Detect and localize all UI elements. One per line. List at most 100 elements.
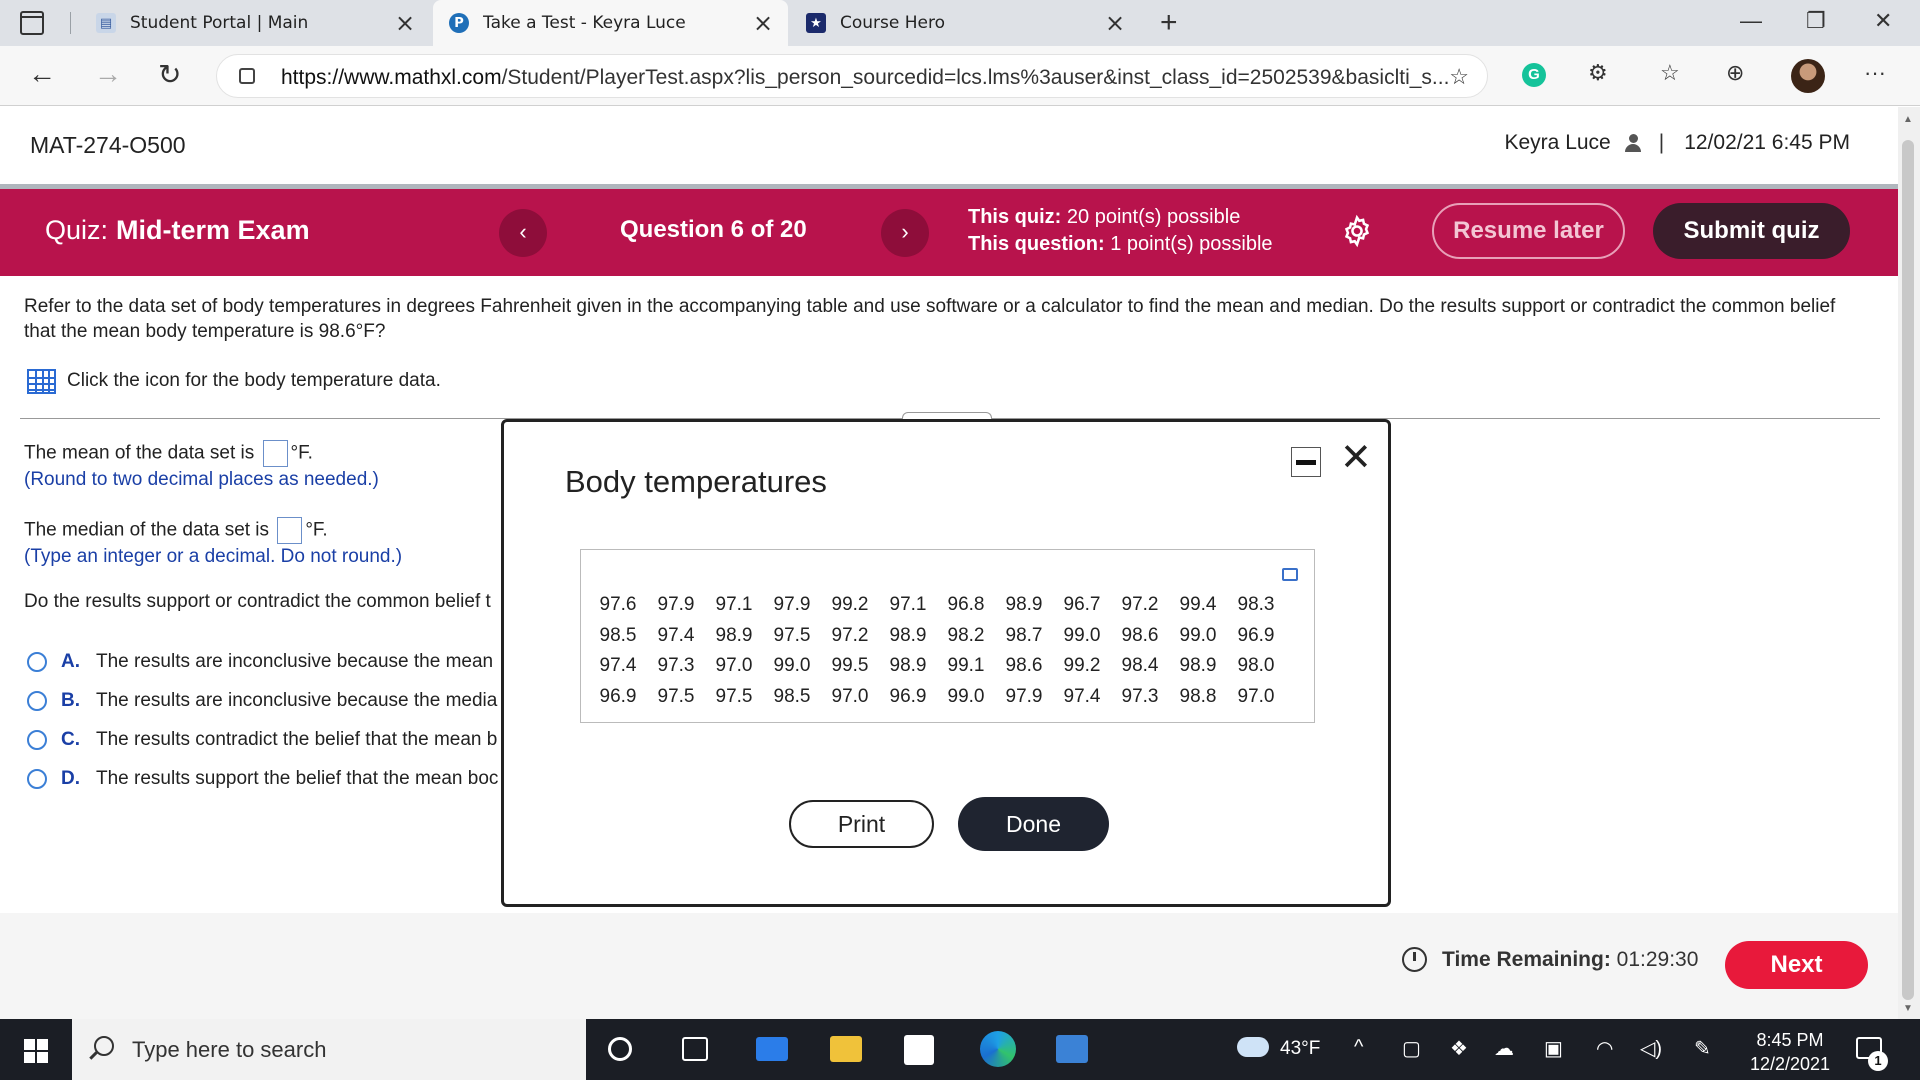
restore-icon[interactable]: ❐	[1806, 8, 1826, 34]
temperature-data-table: 97.6 97.9 97.1 97.9 99.2 97.1 96.8 98.9 96.7 97.2…	[580, 549, 1315, 723]
data-table-icon[interactable]	[27, 369, 56, 394]
new-tab-icon[interactable]: +	[1160, 6, 1178, 40]
file-explorer-icon[interactable]	[830, 1036, 862, 1062]
table-cell: 98.9	[889, 655, 927, 677]
mail-icon[interactable]	[756, 1037, 788, 1061]
next-button[interactable]: Next	[1725, 941, 1868, 989]
photos-icon[interactable]	[1056, 1035, 1088, 1063]
grammarly-icon[interactable]: G	[1522, 63, 1546, 87]
profile-avatar[interactable]	[1791, 59, 1825, 93]
onedrive-icon[interactable]: ☁	[1494, 1036, 1514, 1061]
table-cell: 97.4	[1063, 685, 1101, 707]
copy-data-icon[interactable]	[1282, 568, 1298, 581]
radio-b[interactable]	[27, 691, 47, 711]
table-cell: 97.0	[831, 685, 869, 707]
display-icon[interactable]: ▣	[1544, 1036, 1563, 1061]
tab-student-portal[interactable]: ▤ Student Portal | Main ×	[80, 0, 430, 46]
extensions-icon[interactable]: ⚙	[1588, 60, 1608, 86]
resume-later-button[interactable]: Resume later	[1432, 203, 1625, 259]
close-dialog-icon[interactable]: ✕	[1340, 438, 1372, 478]
show-hidden-icons-icon[interactable]: ^	[1354, 1036, 1363, 1059]
data-link-text: Click the icon for the body temperature …	[67, 370, 441, 391]
weather-cloud-icon	[1237, 1037, 1269, 1057]
windows-start-icon[interactable]	[24, 1039, 48, 1063]
close-tab-icon[interactable]: ×	[1104, 9, 1126, 37]
print-button[interactable]: Print	[789, 800, 934, 848]
tab-course-hero[interactable]: ★ Course Hero ×	[790, 0, 1140, 46]
close-tab-icon[interactable]: ×	[394, 9, 416, 37]
taskbar-clock[interactable]: 8:45 PM 12/2/2021	[1740, 1028, 1840, 1076]
scrollbar-thumb[interactable]	[1902, 140, 1914, 1000]
settings-gear-icon[interactable]	[1340, 214, 1374, 248]
close-tab-icon[interactable]: ×	[752, 9, 774, 37]
more-menu-icon[interactable]: ···	[1864, 60, 1886, 86]
add-favorite-icon[interactable]: ☆	[1449, 64, 1469, 90]
median-answer-input[interactable]	[277, 517, 303, 544]
question-counter[interactable]: Question 6 of 20	[620, 216, 807, 244]
done-button[interactable]: Done	[958, 797, 1109, 851]
url-field[interactable]: https://www.mathxl.com/Student/PlayerTes…	[216, 54, 1488, 98]
dialog-title: Body temperatures	[565, 464, 827, 499]
radio-c[interactable]	[27, 730, 47, 750]
previous-question-button[interactable]: ‹	[499, 209, 547, 257]
radio-d[interactable]	[27, 769, 47, 789]
pen-icon[interactable]: ✎	[1694, 1036, 1711, 1061]
next-question-button[interactable]: ›	[881, 209, 929, 257]
quiz-title: Quiz: Mid-term Exam	[45, 215, 310, 245]
address-bar: ← → ↻ https://www.mathxl.com/Student/Pla…	[0, 46, 1920, 106]
close-window-icon[interactable]: ✕	[1874, 8, 1892, 34]
option-d[interactable]: D. The results support the belief that t…	[27, 768, 498, 790]
table-cell: 97.4	[657, 624, 695, 646]
course-title: MAT-274-O500	[30, 132, 186, 158]
table-cell: 97.3	[657, 655, 695, 677]
minimize-icon[interactable]: —	[1740, 8, 1762, 34]
scroll-up-icon[interactable]: ▲	[1903, 114, 1913, 125]
support-question: Do the results support or contradict the…	[24, 591, 491, 612]
user-info: Keyra Luce | 12/02/21 6:45 PM	[1505, 131, 1851, 155]
wifi-icon[interactable]: ◠	[1596, 1036, 1613, 1061]
table-row: 97.6 97.9 97.1 97.9 99.2 97.1 96.8 98.9 96.7 97.2…	[589, 590, 1285, 621]
table-cell: 98.9	[715, 624, 753, 646]
task-view-icon[interactable]	[682, 1037, 708, 1061]
table-cell: 98.9	[1179, 655, 1217, 677]
tab-separator	[70, 12, 71, 34]
weather-temp[interactable]: 43°F	[1280, 1038, 1320, 1060]
minimize-dialog-icon[interactable]	[1291, 447, 1321, 477]
table-cell: 99.0	[773, 655, 811, 677]
table-cell: 97.1	[715, 594, 753, 616]
option-a[interactable]: A. The results are inconclusive because …	[27, 651, 493, 673]
back-icon[interactable]: ←	[28, 58, 56, 90]
store-icon[interactable]	[904, 1035, 934, 1065]
meet-now-icon[interactable]: ▢	[1402, 1036, 1421, 1061]
option-c[interactable]: C. The results contradict the belief tha…	[27, 729, 497, 751]
scroll-down-icon[interactable]: ▼	[1903, 1003, 1913, 1014]
forward-icon[interactable]: →	[94, 58, 122, 90]
table-cell: 99.5	[831, 655, 869, 677]
tab-title: Student Portal | Main	[130, 13, 309, 33]
table-cell: 96.8	[947, 594, 985, 616]
table-cell: 97.1	[889, 594, 927, 616]
table-cell: 97.5	[657, 685, 695, 707]
table-cell: 97.9	[657, 594, 695, 616]
table-cell: 97.2	[1121, 594, 1159, 616]
tab-take-a-test[interactable]: P Take a Test - Keyra Luce ×	[433, 0, 788, 46]
refresh-icon[interactable]: ↻	[158, 58, 181, 91]
mean-answer-input[interactable]	[262, 440, 288, 467]
cortana-icon[interactable]	[608, 1037, 632, 1061]
volume-icon[interactable]: ◁)	[1640, 1036, 1662, 1061]
table-cell: 97.9	[773, 594, 811, 616]
favorites-icon[interactable]: ☆	[1660, 60, 1680, 86]
taskbar-search[interactable]: Type here to search	[72, 1019, 586, 1080]
option-b[interactable]: B. The results are inconclusive because …	[27, 690, 497, 712]
tab-actions-icon[interactable]	[20, 11, 44, 35]
table-cell: 97.0	[1237, 685, 1275, 707]
radio-a[interactable]	[27, 652, 47, 672]
table-cell: 99.0	[947, 685, 985, 707]
dropbox-icon[interactable]: ❖	[1450, 1036, 1468, 1061]
table-cell: 98.3	[1237, 594, 1275, 616]
collections-icon[interactable]: ⊕	[1726, 60, 1744, 86]
points-info: This quiz: 20 point(s) possible This que…	[968, 206, 1273, 255]
table-cell: 98.7	[1005, 624, 1043, 646]
submit-quiz-button[interactable]: Submit quiz	[1653, 203, 1850, 259]
edge-icon[interactable]	[980, 1031, 1016, 1067]
